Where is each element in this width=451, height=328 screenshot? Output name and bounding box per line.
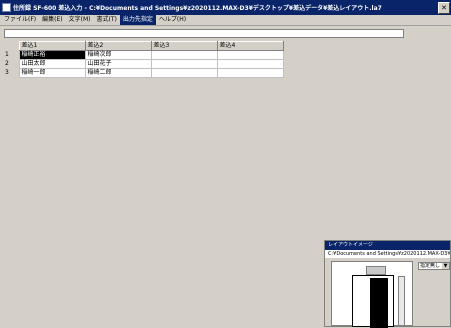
table-row: 3 稲崎一郎 稲崎二郎	[4, 68, 284, 78]
preview-scrollbar[interactable]	[398, 276, 405, 326]
preview-top-block	[366, 266, 386, 275]
grid-cell[interactable]	[216, 59, 284, 69]
dropdown-value: 指定無し	[420, 263, 441, 269]
window-title: 住所録 SF-600 差込入力 - C:¥Documents and Setti…	[13, 5, 382, 12]
row-number[interactable]: 1	[4, 50, 19, 60]
title-bar: 住所録 SF-600 差込入力 - C:¥Documents and Setti…	[0, 0, 451, 15]
menu-help[interactable]: ヘルプ(H)	[156, 15, 189, 25]
chevron-down-icon[interactable]: ▼	[442, 263, 449, 269]
row-number[interactable]: 2	[4, 59, 19, 69]
close-button[interactable]: ✕	[438, 2, 450, 14]
column-header[interactable]: 差込3	[150, 41, 218, 51]
preview-envelope	[352, 275, 394, 328]
grid-cell[interactable]: 山田太郎	[18, 59, 86, 69]
column-header[interactable]: 差込1	[18, 41, 86, 51]
grid-cell[interactable]: 山田花子	[84, 59, 152, 69]
layout-window-title: レイアウトイメージ	[325, 241, 450, 250]
grid-cell-selected[interactable]: 稲崎正裕	[18, 50, 86, 60]
grid-corner	[4, 41, 19, 51]
grid-header-row: 差込1 差込2 差込3 差込4	[4, 41, 284, 51]
grid-cell[interactable]	[216, 68, 284, 78]
preview-black-bar	[370, 278, 388, 328]
menu-text[interactable]: 文字(M)	[66, 15, 94, 25]
data-grid: 差込1 差込2 差込3 差込4 1 稲崎正裕 稲崎次郎 2 山田太郎 山田花子 …	[4, 41, 284, 78]
layout-preview	[331, 261, 413, 328]
layout-image-window: レイアウトイメージ C:¥Documents and Settings¥z202…	[324, 240, 451, 328]
grid-cell[interactable]	[150, 50, 218, 60]
grid-cell[interactable]: 稲崎次郎	[84, 50, 152, 60]
menu-file[interactable]: ファイル(F)	[1, 15, 39, 25]
menu-format[interactable]: 書式(T)	[93, 15, 119, 25]
menu-output-target[interactable]: 出力先指定	[119, 15, 156, 25]
layout-select-dropdown[interactable]: 指定無し ▼	[418, 262, 450, 270]
grid-cell[interactable]	[150, 59, 218, 69]
grid-cell[interactable]: 稲崎一郎	[18, 68, 86, 78]
menu-edit[interactable]: 編集(E)	[39, 15, 65, 25]
table-row: 2 山田太郎 山田花子	[4, 59, 284, 69]
table-row: 1 稲崎正裕 稲崎次郎	[4, 50, 284, 60]
column-header[interactable]: 差込2	[84, 41, 152, 51]
menu-bar: ファイル(F) 編集(E) 文字(M) 書式(T) 出力先指定 ヘルプ(H)	[0, 15, 451, 26]
grid-cell[interactable]	[150, 68, 218, 78]
grid-cell[interactable]	[216, 50, 284, 60]
row-number[interactable]: 3	[4, 68, 19, 78]
layout-file-path: C:¥Documents and Settings¥z2020112.MAX-D…	[325, 250, 450, 258]
cell-input-field[interactable]	[4, 29, 404, 38]
column-header[interactable]: 差込4	[216, 41, 284, 51]
grid-cell[interactable]: 稲崎二郎	[84, 68, 152, 78]
app-icon	[2, 3, 11, 12]
